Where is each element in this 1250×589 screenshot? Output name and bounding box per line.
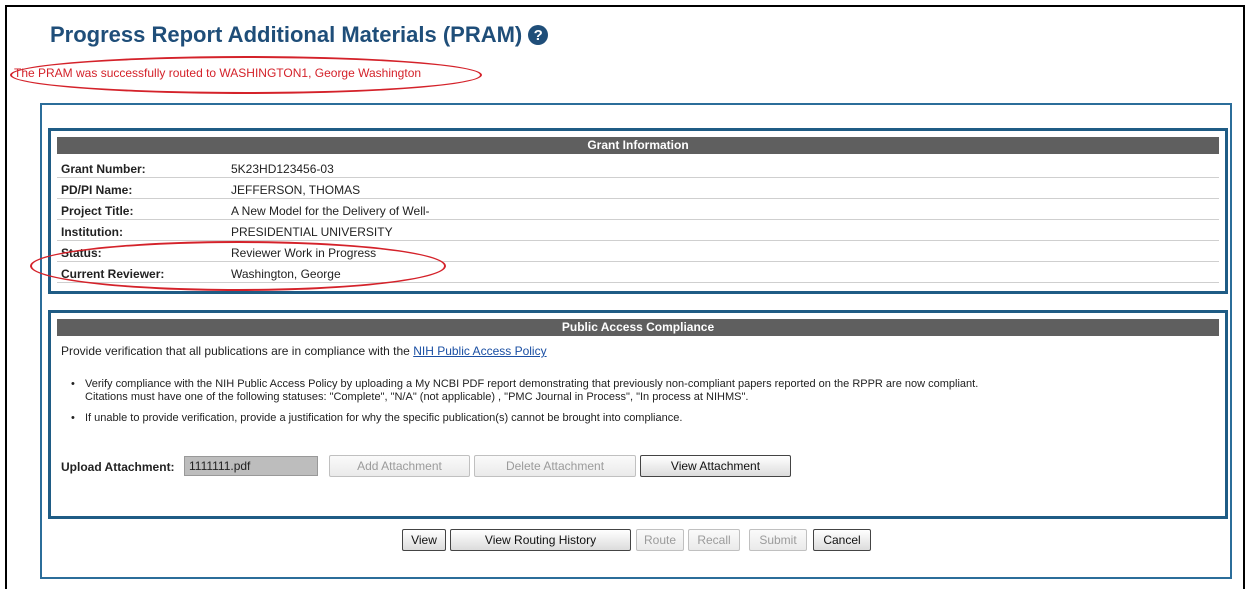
- route-button[interactable]: Route: [636, 529, 684, 551]
- page-title-row: Progress Report Additional Materials (PR…: [50, 22, 549, 48]
- view-button[interactable]: View: [402, 529, 446, 551]
- frame-right-border: [1243, 5, 1245, 589]
- bullet-dot: •: [71, 412, 75, 424]
- section-header: Public Access Compliance: [57, 319, 1219, 336]
- grant-number-value: 5K23HD123456-03: [231, 162, 334, 176]
- frame-left-border: [5, 5, 7, 589]
- pdpi-name-label: PD/PI Name:: [61, 183, 133, 197]
- public-access-compliance-section: Public Access Compliance Provide verific…: [48, 310, 1228, 519]
- nih-public-access-policy-link[interactable]: NIH Public Access Policy: [413, 344, 546, 358]
- pdpi-name-value: JEFFERSON, THOMAS: [231, 183, 361, 197]
- question-circle-icon[interactable]: ?: [528, 25, 549, 45]
- frame-top-border: [5, 5, 1245, 7]
- upload-attachment-label: Upload Attachment:: [61, 460, 175, 474]
- project-title-label: Project Title:: [61, 204, 134, 218]
- bullet-line-2: Citations must have one of the following…: [85, 391, 749, 403]
- grant-row: Project Title: A New Model for the Deliv…: [57, 201, 1219, 220]
- delete-attachment-button[interactable]: Delete Attachment: [474, 455, 636, 477]
- grant-number-label: Grant Number:: [61, 162, 146, 176]
- status-reviewer-highlight-oval: [30, 241, 446, 291]
- success-highlight-oval: [10, 56, 482, 94]
- upload-attachment-field[interactable]: 1111111.pdf: [184, 456, 318, 476]
- view-attachment-button[interactable]: View Attachment: [640, 455, 791, 477]
- recall-button[interactable]: Recall: [688, 529, 740, 551]
- section-header: Grant Information: [57, 137, 1219, 154]
- bullet-line-1: Verify compliance with the NIH Public Ac…: [85, 378, 979, 390]
- compliance-intro: Provide verification that all publicatio…: [61, 344, 547, 358]
- bullet-dot: •: [71, 378, 75, 390]
- view-routing-history-button[interactable]: View Routing History: [450, 529, 631, 551]
- intro-text: Provide verification that all publicatio…: [61, 344, 410, 358]
- bullet-text: If unable to provide verification, provi…: [85, 412, 683, 424]
- cancel-button[interactable]: Cancel: [813, 529, 871, 551]
- institution-value: PRESIDENTIAL UNIVERSITY: [231, 225, 393, 239]
- institution-label: Institution:: [61, 225, 123, 239]
- add-attachment-button[interactable]: Add Attachment: [329, 455, 470, 477]
- submit-button[interactable]: Submit: [749, 529, 807, 551]
- page-title: Progress Report Additional Materials (PR…: [50, 22, 523, 47]
- project-title-value: A New Model for the Delivery of Well-: [231, 204, 430, 218]
- grant-row: PD/PI Name: JEFFERSON, THOMAS: [57, 180, 1219, 199]
- grant-row: Institution: PRESIDENTIAL UNIVERSITY: [57, 222, 1219, 241]
- grant-row: Grant Number: 5K23HD123456-03: [57, 159, 1219, 178]
